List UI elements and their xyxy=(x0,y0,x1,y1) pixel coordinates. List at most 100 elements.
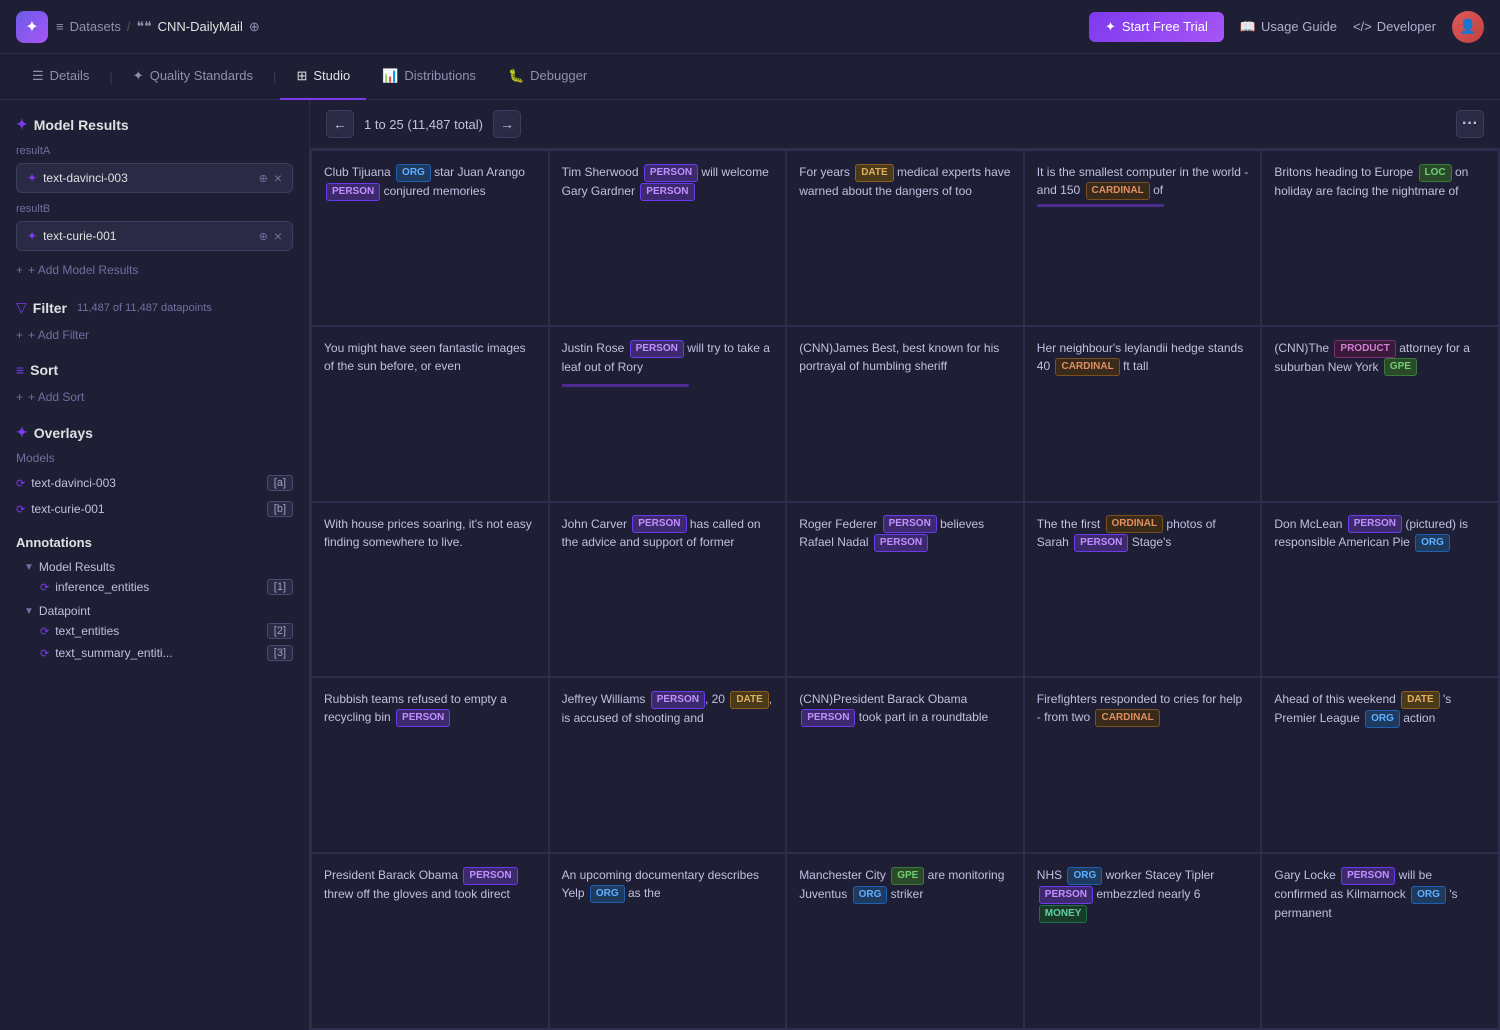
tab-distributions[interactable]: 📊 Distributions xyxy=(366,54,492,100)
add-filter-button[interactable]: + + Add Filter xyxy=(16,324,89,346)
dataset-name[interactable]: CNN-DailyMail xyxy=(158,19,243,34)
card-5[interactable]: Britons heading to Europe LOC on holiday… xyxy=(1262,151,1498,325)
card-2-text: Tim Sherwood PERSON will welcome Gary Ga… xyxy=(562,165,769,198)
card-16[interactable]: Rubbish teams refused to empty a recycli… xyxy=(312,678,548,852)
add-filter-plus-icon: + xyxy=(16,328,23,342)
inference-entities-name: inference_entities xyxy=(55,580,261,594)
sort-icon: ≡ xyxy=(16,362,24,378)
model-b-close-icon[interactable]: × xyxy=(274,228,282,244)
datapoint-group-header[interactable]: ▼ Datapoint xyxy=(24,602,293,620)
card-23-text: Manchester City GPE are monitoring Juven… xyxy=(799,868,1004,901)
card-14[interactable]: The the first ORDINAL photos of Sarah PE… xyxy=(1025,503,1261,677)
add-model-button[interactable]: + + Add Model Results xyxy=(16,259,138,281)
overlay-model-a-name: text-davinci-003 xyxy=(31,476,261,490)
overlay-model-a-row[interactable]: ⟳ text-davinci-003 [a] xyxy=(16,473,293,493)
card-21-text: President Barack Obama PERSON threw off … xyxy=(324,868,518,901)
card-23[interactable]: Manchester City GPE are monitoring Juven… xyxy=(787,854,1023,1028)
card-20[interactable]: Ahead of this weekend DATE 's Premier Le… xyxy=(1262,678,1498,852)
overlay-model-b-icon: ⟳ xyxy=(16,503,25,516)
overlay-model-b-row[interactable]: ⟳ text-curie-001 [b] xyxy=(16,499,293,519)
text-entities-icon: ⟳ xyxy=(40,625,49,638)
card-25[interactable]: Gary Locke PERSON will be confirmed as K… xyxy=(1262,854,1498,1028)
card-13[interactable]: Roger Federer PERSON believes Rafael Nad… xyxy=(787,503,1023,677)
card-5-text: Britons heading to Europe LOC on holiday… xyxy=(1274,165,1468,198)
chevron-down-icon-2: ▼ xyxy=(24,606,34,617)
text-summary-entities-item[interactable]: ⟳ text_summary_entiti... [3] xyxy=(24,642,293,664)
add-sort-button[interactable]: + + Add Sort xyxy=(16,386,84,408)
card-7-text: Justin Rose PERSON will try to take a le… xyxy=(562,341,770,374)
tab-studio[interactable]: ⊞ Studio xyxy=(280,54,366,100)
card-11-text: With house prices soaring, it's not easy… xyxy=(324,517,532,549)
developer-button[interactable]: </> Developer xyxy=(1353,19,1436,34)
text-entities-name: text_entities xyxy=(55,624,261,638)
datasets-icon: ≡ xyxy=(56,19,64,34)
card-1[interactable]: Club Tijuana ORG star Juan Arango PERSON… xyxy=(312,151,548,325)
pin-icon[interactable]: ⊕ xyxy=(249,19,260,35)
tab-divider-1: | xyxy=(105,69,116,84)
card-7[interactable]: Justin Rose PERSON will try to take a le… xyxy=(550,327,786,501)
tab-quality-standards[interactable]: ✦ Quality Standards xyxy=(117,54,269,100)
card-19[interactable]: Firefighters responded to cries for help… xyxy=(1025,678,1261,852)
next-page-button[interactable]: → xyxy=(493,110,521,138)
model-results-group-header[interactable]: ▼ Model Results xyxy=(24,558,293,576)
model-b-icon: ✦ xyxy=(27,229,37,243)
more-options-button[interactable]: ··· xyxy=(1456,110,1484,138)
content-area: ← 1 to 25 (11,487 total) → ··· Club Tiju… xyxy=(310,100,1500,1030)
inference-entities-item[interactable]: ⟳ inference_entities [1] xyxy=(24,576,293,598)
card-15[interactable]: Don McLean PERSON (pictured) is responsi… xyxy=(1262,503,1498,677)
card-10[interactable]: (CNN)The PRODUCT attorney for a suburban… xyxy=(1262,327,1498,501)
card-22[interactable]: An upcoming documentary describes Yelp O… xyxy=(550,854,786,1028)
user-avatar[interactable]: 👤 xyxy=(1452,11,1484,43)
add-sort-plus-icon: + xyxy=(16,390,23,404)
tab-details[interactable]: ☰ Details xyxy=(16,54,105,100)
start-trial-button[interactable]: ✦ Start Free Trial xyxy=(1089,12,1224,42)
prev-page-button[interactable]: ← xyxy=(326,110,354,138)
card-8-text: (CNN)James Best, best known for his port… xyxy=(799,341,999,373)
tab-debugger[interactable]: 🐛 Debugger xyxy=(492,54,603,100)
text-summary-entities-name: text_summary_entiti... xyxy=(55,646,261,660)
overlay-model-a-badge: [a] xyxy=(267,475,293,491)
trial-icon: ✦ xyxy=(1105,19,1116,35)
model-a-name: text-davinci-003 xyxy=(43,171,253,185)
card-19-text: Firefighters responded to cries for help… xyxy=(1037,692,1242,724)
pagination-text: 1 to 25 (11,487 total) xyxy=(364,117,483,132)
card-25-text: Gary Locke PERSON will be confirmed as K… xyxy=(1274,868,1457,920)
models-label: Models xyxy=(16,451,293,465)
sort-section-header: ≡ Sort xyxy=(16,362,293,378)
overlay-model-a-icon: ⟳ xyxy=(16,477,25,490)
quote-icon: ❝❝ xyxy=(137,18,152,35)
usage-guide-button[interactable]: 📖 Usage Guide xyxy=(1240,19,1337,35)
card-9-text: Her neighbour's leylandii hedge stands 4… xyxy=(1037,341,1243,373)
text-entities-item[interactable]: ⟳ text_entities [2] xyxy=(24,620,293,642)
sidebar: ✦ Model Results resultA ✦ text-davinci-0… xyxy=(0,100,310,1030)
card-18[interactable]: (CNN)President Barack Obama PERSON took … xyxy=(787,678,1023,852)
card-22-text: An upcoming documentary describes Yelp O… xyxy=(562,868,759,900)
card-15-text: Don McLean PERSON (pictured) is responsi… xyxy=(1274,517,1468,550)
card-2[interactable]: Tim Sherwood PERSON will welcome Gary Ga… xyxy=(550,151,786,325)
topbar: ✦ ≡ Datasets / ❝❝ CNN-DailyMail ⊕ ✦ Star… xyxy=(0,0,1500,54)
topbar-actions: ✦ Start Free Trial 📖 Usage Guide </> Dev… xyxy=(1089,11,1484,43)
card-11[interactable]: With house prices soaring, it's not easy… xyxy=(312,503,548,677)
card-9[interactable]: Her neighbour's leylandii hedge stands 4… xyxy=(1025,327,1261,501)
card-12[interactable]: John Carver PERSON has called on the adv… xyxy=(550,503,786,677)
overlays-section: ✦ Overlays Models ⟳ text-davinci-003 [a]… xyxy=(16,424,293,519)
card-24-text: NHS ORG worker Stacey Tipler PERSON embe… xyxy=(1037,868,1215,920)
model-a-close-icon[interactable]: × xyxy=(274,170,282,186)
card-17[interactable]: Jeffrey Williams PERSON, 20 DATE, is acc… xyxy=(550,678,786,852)
datasets-label[interactable]: Datasets xyxy=(70,19,121,34)
model-b-link-icon[interactable]: ⊕ xyxy=(259,230,268,243)
model-a-link-icon[interactable]: ⊕ xyxy=(259,172,268,185)
card-21[interactable]: President Barack Obama PERSON threw off … xyxy=(312,854,548,1028)
result-a-label: resultA xyxy=(16,145,293,157)
card-6-text: You might have seen fantastic images of … xyxy=(324,341,526,373)
card-4[interactable]: It is the smallest computer in the world… xyxy=(1025,151,1261,325)
card-24[interactable]: NHS ORG worker Stacey Tipler PERSON embe… xyxy=(1025,854,1261,1028)
card-17-text: Jeffrey Williams PERSON, 20 DATE, is acc… xyxy=(562,692,773,725)
card-8[interactable]: (CNN)James Best, best known for his port… xyxy=(787,327,1023,501)
card-3[interactable]: For years DATE medical experts have warn… xyxy=(787,151,1023,325)
overlays-heading: ✦ Overlays xyxy=(16,424,293,441)
tab-divider-2: | xyxy=(269,69,280,84)
breadcrumb: ≡ Datasets / ❝❝ CNN-DailyMail ⊕ xyxy=(56,18,260,35)
debugger-icon: 🐛 xyxy=(508,68,524,84)
card-6[interactable]: You might have seen fantastic images of … xyxy=(312,327,548,501)
